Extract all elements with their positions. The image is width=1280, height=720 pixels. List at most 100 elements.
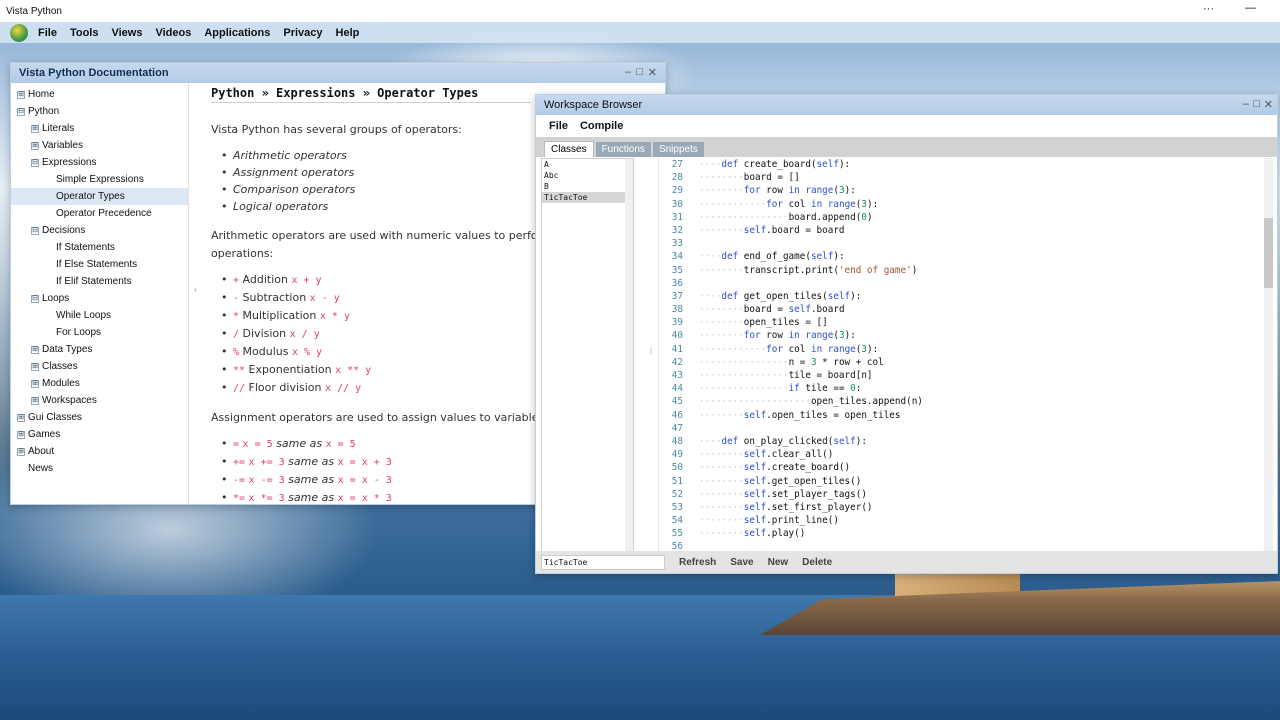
code-scrollbar[interactable] — [1264, 158, 1273, 552]
tree-item[interactable]: If Else Statements — [11, 256, 188, 273]
tree-item[interactable]: Operator Precedence — [11, 205, 188, 222]
tree-item[interactable]: ⊞ Classes — [11, 358, 188, 375]
code-line: 52 ········self.set_player_tags() — [659, 488, 1273, 501]
tree-item[interactable]: ⊟ Expressions — [11, 154, 188, 171]
class-list-item[interactable]: TicTacToe — [542, 192, 633, 203]
tree-item[interactable]: If Elif Statements — [11, 273, 188, 290]
close-icon[interactable]: ✕ — [1264, 98, 1273, 111]
tree-expander-icon[interactable]: ⊞ — [17, 430, 25, 439]
tree-item[interactable]: ⊞ Workspaces — [11, 392, 188, 409]
menu-privacy[interactable]: Privacy — [283, 27, 322, 39]
tree-expander-icon[interactable]: ⊞ — [31, 124, 39, 133]
save-button[interactable]: Save — [730, 557, 753, 568]
tab-snippets[interactable]: Snippets — [652, 142, 704, 157]
line-number: 52 — [671, 488, 683, 500]
tree-expander-icon[interactable]: ⊞ — [17, 90, 25, 99]
code-statement: def get_open_tiles(self): — [721, 290, 862, 302]
tree-item[interactable]: ⊞ Data Types — [11, 341, 188, 358]
more-icon[interactable]: ··· — [1203, 3, 1214, 15]
tree-item[interactable]: For Loops — [11, 324, 188, 341]
tree-item[interactable]: ⊟ Python — [11, 103, 188, 120]
code-line: 36 — [659, 277, 1273, 290]
tree-item[interactable]: Simple Expressions — [11, 171, 188, 188]
code-line: 54 ········self.print_line() — [659, 514, 1273, 527]
class-list-item[interactable]: B — [542, 181, 633, 192]
tree-expander-icon[interactable]: ⊞ — [17, 413, 25, 422]
main-menubar: File Tools Views Videos Applications Pri… — [0, 22, 1280, 43]
new-button[interactable]: New — [768, 557, 789, 568]
minimize-icon[interactable]: — — [1245, 2, 1256, 14]
tab-functions[interactable]: Functions — [595, 142, 651, 157]
tree-item[interactable]: ⊞ Modules — [11, 375, 188, 392]
code-scrollbar-thumb[interactable] — [1264, 218, 1273, 288]
tree-item-label: Variables — [42, 140, 83, 151]
class-name-field[interactable]: TicTacToe — [541, 554, 665, 570]
ws-menu-compile[interactable]: Compile — [580, 120, 623, 132]
operator-equivalent: x = 5 — [325, 439, 356, 450]
tree-expander-icon[interactable]: ⊞ — [31, 345, 39, 354]
line-number: 53 — [671, 501, 683, 513]
tree-item[interactable]: ⊞ Home — [11, 86, 188, 103]
tab-classes[interactable]: Classes — [544, 141, 594, 157]
workspace-browser-header[interactable]: Workspace Browser – □ ✕ — [536, 95, 1277, 115]
operator-example: x += 3 — [248, 457, 285, 468]
menu-tools[interactable]: Tools — [70, 27, 99, 39]
code-line: 51 ········self.get_open_tiles() — [659, 475, 1273, 488]
delete-button[interactable]: Delete — [802, 557, 832, 568]
tree-expander-icon[interactable]: ⊟ — [31, 226, 39, 235]
tree-item[interactable]: If Statements — [11, 239, 188, 256]
code-text: ············for col in range(3): — [699, 198, 879, 210]
documentation-window-header[interactable]: Vista Python Documentation – □ ✕ — [11, 63, 665, 83]
tree-item[interactable]: Operator Types — [11, 188, 188, 205]
maximize-icon[interactable]: □ — [636, 66, 643, 78]
tree-item[interactable]: ⊞ Games — [11, 426, 188, 443]
tree-expander-icon[interactable]: ⊞ — [31, 396, 39, 405]
code-line: 27 ····def create_board(self): — [659, 158, 1273, 171]
tree-item[interactable]: While Loops — [11, 307, 188, 324]
tree-expander-icon[interactable]: ⊟ — [31, 158, 39, 167]
minimize-icon[interactable]: – — [625, 66, 631, 78]
tree-expander-icon[interactable]: ⊟ — [17, 107, 25, 116]
operator-example: x % y — [291, 347, 323, 358]
tree-item-label: Gui Classes — [28, 412, 82, 423]
maximize-icon[interactable]: □ — [1253, 98, 1260, 110]
tree-expander-icon[interactable]: ⊟ — [31, 294, 39, 303]
code-statement: open_tiles = [] — [743, 317, 828, 329]
splitter-handle[interactable]: ‹ — [194, 285, 197, 294]
minimize-icon[interactable]: – — [1243, 98, 1249, 110]
menu-views[interactable]: Views — [111, 27, 142, 39]
class-list[interactable]: A Abc B TicTacToe — [541, 158, 634, 552]
code-text: ················board.append(0) — [699, 211, 873, 223]
refresh-button[interactable]: Refresh — [679, 557, 716, 568]
tree-item[interactable]: ⊞ Gui Classes — [11, 409, 188, 426]
menu-help[interactable]: Help — [336, 27, 360, 39]
ws-menu-file[interactable]: File — [549, 120, 568, 132]
operator-symbol: -= — [233, 475, 246, 486]
menu-videos[interactable]: Videos — [155, 27, 191, 39]
tree-item-label: Workspaces — [42, 395, 97, 406]
tree-expander-icon[interactable]: ⊞ — [31, 141, 39, 150]
class-list-scrollbar[interactable] — [625, 159, 633, 551]
tree-item[interactable]: ⊟ Loops — [11, 290, 188, 307]
tree-expander-icon[interactable]: ⊞ — [17, 447, 25, 456]
tree-item[interactable]: ⊞ About — [11, 443, 188, 460]
code-editor[interactable]: 27 ····def create_board(self): 28 ········b… — [658, 158, 1273, 552]
tree-item[interactable]: ⊟ Decisions — [11, 222, 188, 239]
line-number: 42 — [671, 356, 683, 368]
class-list-item[interactable]: A — [542, 159, 633, 170]
operator-symbol: // — [233, 383, 246, 394]
tree-item[interactable]: ⊞ Variables — [11, 137, 188, 154]
tree-item-label: If Statements — [56, 242, 115, 253]
menu-file[interactable]: File — [38, 27, 57, 39]
code-line: 34 ····def end_of_game(self): — [659, 250, 1273, 263]
line-number: 30 — [671, 198, 683, 210]
menu-applications[interactable]: Applications — [204, 27, 270, 39]
tree-item[interactable]: ⊞ Literals — [11, 120, 188, 137]
class-list-item[interactable]: Abc — [542, 170, 633, 181]
tree-item[interactable]: News — [11, 460, 188, 477]
close-icon[interactable]: ✕ — [648, 66, 657, 79]
tree-expander-icon[interactable]: ⊞ — [31, 379, 39, 388]
splitter-handle[interactable]: ⁞ — [650, 347, 652, 356]
tree-expander-icon[interactable]: ⊞ — [31, 362, 39, 371]
